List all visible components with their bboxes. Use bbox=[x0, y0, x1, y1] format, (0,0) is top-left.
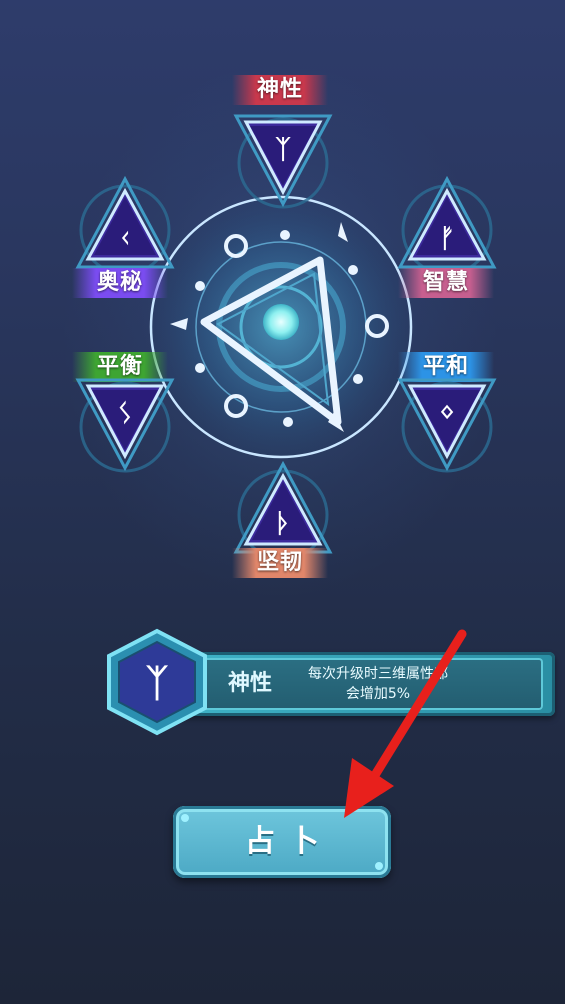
central-rune-wheel bbox=[149, 195, 413, 459]
divine-button-label: 占卜 bbox=[245, 824, 333, 859]
algiz-rune-icon: ᛉ bbox=[107, 628, 207, 736]
label-jianren: 坚韧 bbox=[232, 548, 328, 578]
svg-text:ᛉ: ᛉ bbox=[146, 661, 169, 705]
attribute-info-panel: ᛉ 神性 每次升级时三维属性都 会增加5% bbox=[105, 628, 555, 736]
label-zhihui: 智慧 bbox=[398, 268, 494, 298]
svg-text:ᚲ: ᚲ bbox=[117, 224, 133, 254]
svg-text:ᛜ: ᛜ bbox=[439, 399, 455, 429]
info-description-line1: 每次升级时三维属性都 bbox=[308, 666, 448, 682]
info-description-line2: 会增加5% bbox=[345, 686, 411, 702]
svg-text:ᚦ: ᚦ bbox=[275, 509, 291, 539]
rune-node-pingheng[interactable]: ᛊ bbox=[70, 372, 180, 482]
svg-text:ᛉ: ᛉ bbox=[275, 135, 291, 165]
label-shenxing: 神性 bbox=[232, 75, 328, 105]
divine-button[interactable]: 占卜 bbox=[173, 806, 391, 878]
rune-node-pinghe[interactable]: ᛜ bbox=[392, 372, 502, 482]
svg-text:ᚠ: ᚠ bbox=[439, 224, 455, 254]
label-aomi: 奥秘 bbox=[72, 268, 168, 298]
rune-node-shenxing[interactable]: ᛉ bbox=[228, 108, 338, 218]
info-description: 每次升级时三维属性都 会增加5% bbox=[283, 664, 473, 704]
info-attribute-name: 神性 bbox=[227, 671, 272, 696]
svg-text:ᛊ: ᛊ bbox=[117, 399, 133, 429]
